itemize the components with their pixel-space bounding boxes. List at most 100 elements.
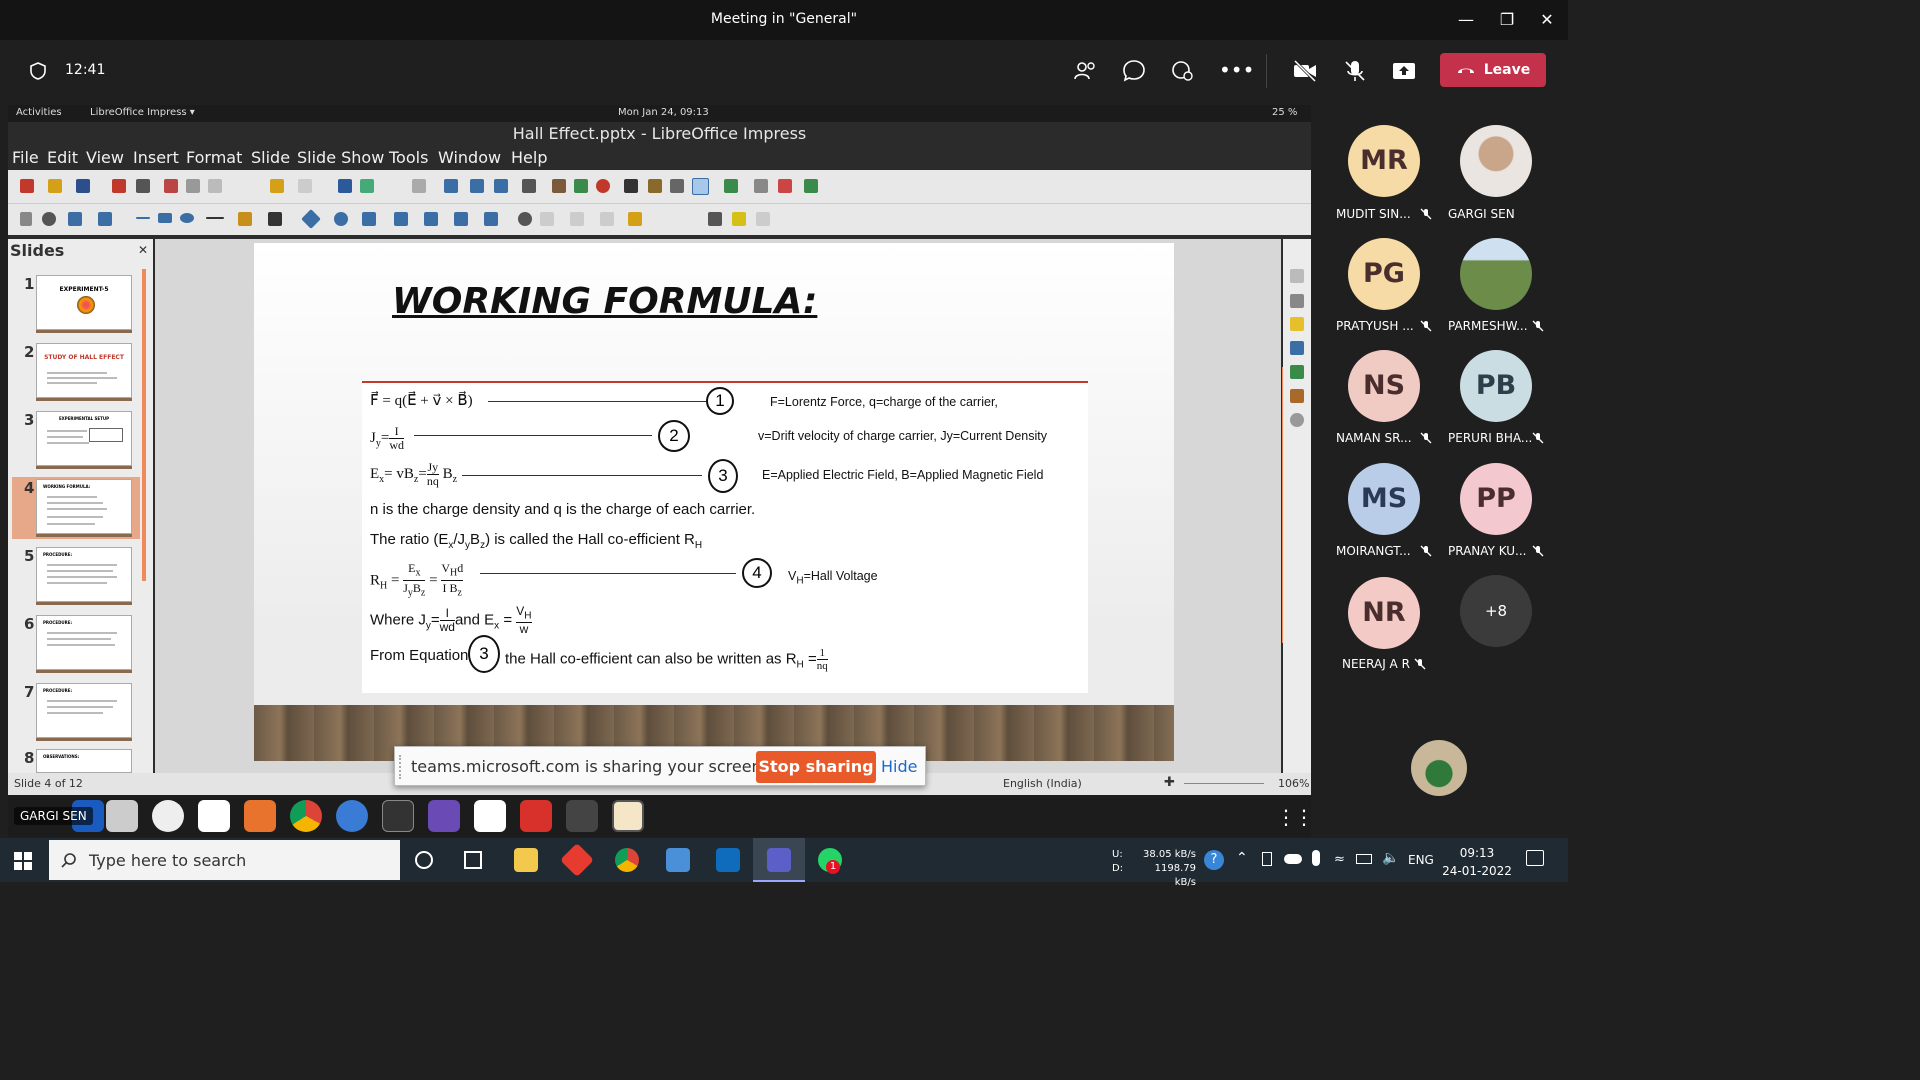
textbox-icon[interactable] xyxy=(624,179,638,193)
file-explorer-icon[interactable] xyxy=(514,848,538,872)
slide-title[interactable]: WORKING FORMULA: xyxy=(392,281,817,322)
align-icon[interactable] xyxy=(540,212,554,226)
fontwork-icon[interactable] xyxy=(648,179,662,193)
notifications-icon[interactable] xyxy=(1526,850,1544,866)
3d-objects-icon[interactable] xyxy=(484,212,498,226)
gallery-icon[interactable] xyxy=(1290,389,1304,403)
slide-thumbnail-7[interactable]: PROCEDURE: xyxy=(36,683,132,738)
menu-window[interactable]: Window xyxy=(438,148,501,167)
battery-status[interactable]: 25 % xyxy=(1272,107,1297,118)
arrange-icon[interactable] xyxy=(570,212,584,226)
self-view-avatar[interactable] xyxy=(1411,740,1467,796)
redo-icon[interactable] xyxy=(298,179,312,193)
master-slides-icon[interactable] xyxy=(1290,294,1304,308)
app-icon[interactable] xyxy=(520,800,552,832)
texmaker-icon[interactable] xyxy=(428,800,460,832)
teams-icon[interactable] xyxy=(767,848,791,872)
distribute-icon[interactable] xyxy=(600,212,614,226)
zoom-level[interactable]: 106% xyxy=(1278,777,1309,790)
more-options-icon[interactable]: ••• xyxy=(1219,58,1254,82)
slide-transition-sidebar-icon[interactable] xyxy=(1290,341,1304,355)
minimize-icon[interactable]: — xyxy=(1454,8,1478,32)
menu-format[interactable]: Format xyxy=(186,148,242,167)
chrome-icon[interactable] xyxy=(290,800,322,832)
callouts-icon[interactable] xyxy=(424,212,438,226)
camera-off-icon[interactable] xyxy=(1290,56,1320,86)
avatar[interactable]: PG xyxy=(1348,238,1420,310)
print-icon[interactable] xyxy=(136,179,150,193)
curve-icon[interactable] xyxy=(238,212,252,226)
slide-thumbnail-6[interactable]: PROCEDURE: xyxy=(36,615,132,670)
app-icon[interactable] xyxy=(474,800,506,832)
undo-icon[interactable] xyxy=(270,179,284,193)
connector-icon[interactable] xyxy=(268,212,282,226)
webcam-icon[interactable] xyxy=(152,800,184,832)
reactions-icon[interactable] xyxy=(1168,56,1198,86)
line-color-icon[interactable] xyxy=(68,212,82,226)
show-apps-icon[interactable]: ⋮⋮⋮ xyxy=(1276,805,1311,829)
windows-start-icon[interactable] xyxy=(14,852,32,870)
new-slide-icon[interactable] xyxy=(724,179,738,193)
close-panel-icon[interactable]: ✕ xyxy=(138,243,148,257)
app-menu[interactable]: LibreOffice Impress ▾ xyxy=(90,107,195,118)
menu-slide[interactable]: Slide xyxy=(251,148,290,167)
toggle-grid-icon[interactable] xyxy=(692,178,709,195)
menu-view[interactable]: View xyxy=(86,148,124,167)
spellcheck-icon[interactable] xyxy=(360,179,374,193)
master-slide-icon[interactable] xyxy=(444,179,458,193)
clock[interactable]: Mon Jan 24, 09:13 xyxy=(618,107,709,118)
software-center-icon[interactable] xyxy=(244,800,276,832)
save-icon[interactable] xyxy=(76,179,90,193)
app-icon[interactable] xyxy=(566,800,598,832)
app-icon[interactable] xyxy=(666,848,690,872)
avatar[interactable]: MR xyxy=(1348,125,1420,197)
flowchart-icon[interactable] xyxy=(394,212,408,226)
wifi-icon[interactable]: ≈ xyxy=(1334,852,1345,867)
slide-canvas[interactable]: WORKING FORMULA: F⃗ = q(E⃗ + v⃗ × B⃗) 1 … xyxy=(155,239,1286,773)
hide-button[interactable]: Hide xyxy=(881,757,917,776)
arrow-icon[interactable] xyxy=(206,217,224,219)
activities-button[interactable]: Activities xyxy=(16,107,62,118)
avatar[interactable]: NS xyxy=(1348,350,1420,422)
start-show-icon[interactable] xyxy=(470,179,484,193)
restore-icon[interactable]: ❐ xyxy=(1495,8,1519,32)
avatar[interactable]: NR xyxy=(1348,577,1420,649)
slide-thumbnail-5[interactable]: PROCEDURE: xyxy=(36,547,132,602)
image-icon[interactable] xyxy=(552,179,566,193)
fit-slide-icon[interactable]: ✚ xyxy=(1164,775,1175,790)
anydesk-icon[interactable] xyxy=(560,843,594,877)
terminal-icon[interactable] xyxy=(382,800,414,832)
slide-thumbnail-8[interactable]: OBSERVATIONS: xyxy=(36,749,132,773)
slide-layout-icon[interactable] xyxy=(494,179,508,193)
shadow-icon[interactable] xyxy=(628,212,642,226)
styles-icon[interactable] xyxy=(1290,365,1304,379)
drag-handle[interactable] xyxy=(399,755,402,779)
onedrive-icon[interactable] xyxy=(1284,854,1302,864)
chevron-up-icon[interactable]: ⌃ xyxy=(1236,850,1248,866)
impress-dock-icon[interactable] xyxy=(612,800,644,832)
media-icon[interactable] xyxy=(596,179,610,193)
zoom-slider[interactable] xyxy=(1184,783,1264,784)
toggle-extrusion-icon[interactable] xyxy=(756,212,770,226)
fill-color-icon[interactable] xyxy=(98,212,112,226)
menu-slide-show[interactable]: Slide Show xyxy=(297,148,384,167)
avatar[interactable]: PP xyxy=(1460,463,1532,535)
language-status[interactable]: English (India) xyxy=(1003,777,1082,790)
zoom-icon[interactable] xyxy=(42,212,56,226)
avatar[interactable]: MS xyxy=(1348,463,1420,535)
cut-icon[interactable] xyxy=(164,179,178,193)
avatar-photo[interactable] xyxy=(1460,238,1532,310)
slide[interactable]: WORKING FORMULA: F⃗ = q(E⃗ + v⃗ × B⃗) 1 … xyxy=(254,243,1174,761)
basic-shapes-icon[interactable] xyxy=(301,209,321,229)
files-icon[interactable] xyxy=(106,800,138,832)
properties-icon[interactable] xyxy=(1290,269,1304,283)
leave-button[interactable]: Leave xyxy=(1440,53,1546,87)
battery-icon[interactable] xyxy=(1356,854,1372,864)
slide-thumbnail-4[interactable]: WORKING FORMULA: xyxy=(36,479,132,534)
duplicate-slide-icon[interactable] xyxy=(754,179,768,193)
avatar[interactable]: PB xyxy=(1460,350,1532,422)
chrome-icon[interactable] xyxy=(615,848,639,872)
delete-slide-icon[interactable] xyxy=(778,179,792,193)
new-icon[interactable] xyxy=(20,179,34,193)
clock[interactable]: 09:13 24-01-2022 xyxy=(1440,844,1514,880)
